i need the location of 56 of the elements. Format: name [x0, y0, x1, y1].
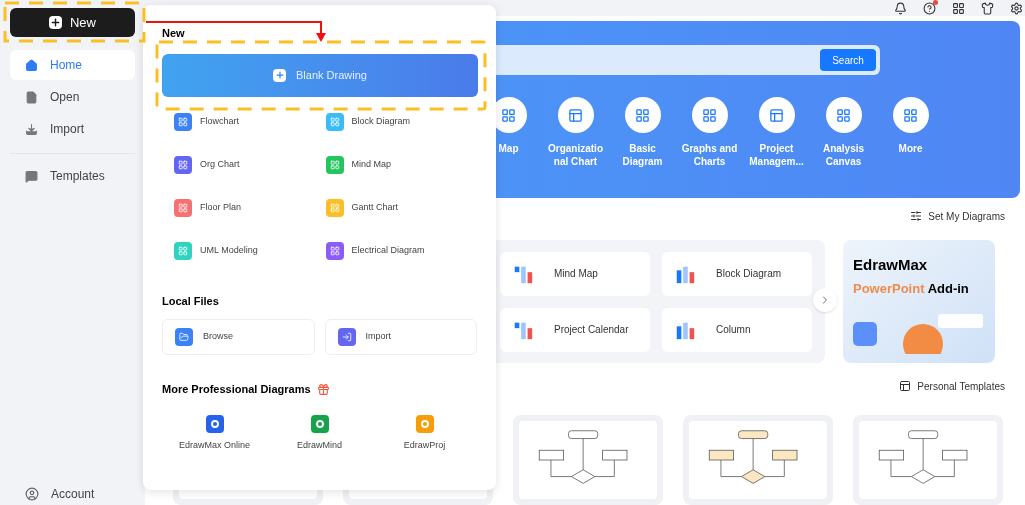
- account-button[interactable]: Account: [10, 485, 135, 503]
- category-icon: [624, 97, 661, 133]
- set-my-diagrams-button[interactable]: Set My Diagrams: [910, 208, 1005, 224]
- apps-icon[interactable]: [952, 1, 965, 15]
- settings-list-icon: [910, 210, 923, 222]
- promo-subtitle: PowerPoint Add-in: [853, 279, 970, 298]
- gift-icon: [316, 382, 330, 396]
- sidebar-item[interactable]: Home: [10, 50, 135, 80]
- diagram-type-card[interactable]: Mind Map: [500, 251, 650, 296]
- personal-templates-button[interactable]: Personal Templates: [899, 378, 1005, 394]
- template-thumbnail[interactable]: [513, 415, 663, 505]
- promo-title: EdrawMax: [853, 255, 929, 275]
- template-icon: [899, 380, 912, 392]
- category-icon: [758, 97, 795, 133]
- category-icon: [557, 97, 594, 133]
- search-button[interactable]: Search: [820, 49, 876, 71]
- diagram-type-item[interactable]: Flowchart: [174, 111, 326, 132]
- diagram-type-item[interactable]: Org Chart: [174, 154, 326, 175]
- shirt-icon[interactable]: [981, 1, 994, 15]
- diagram-type-item[interactable]: Floor Plan: [174, 197, 326, 218]
- settings-icon[interactable]: [1010, 1, 1023, 15]
- plus-icon: [49, 16, 62, 29]
- app-link[interactable]: EdrawMax Online: [162, 414, 267, 452]
- category-icon: [691, 97, 728, 133]
- diagram-type-card[interactable]: Column: [662, 307, 812, 352]
- template-thumbnail[interactable]: [683, 415, 833, 505]
- sidebar-icon: [25, 58, 38, 72]
- local-file-button[interactable]: Browse: [162, 319, 315, 355]
- sidebar-icon: [25, 122, 38, 136]
- sidebar-item[interactable]: Templates: [10, 161, 135, 191]
- diagram-type-item[interactable]: Block Diagram: [325, 111, 477, 132]
- app-link[interactable]: EdrawProj: [372, 414, 477, 452]
- section-heading: New: [162, 26, 185, 41]
- bell-icon[interactable]: [894, 1, 907, 15]
- user-icon: [25, 487, 39, 501]
- sidebar-icon: [25, 90, 38, 104]
- diagram-type-card[interactable]: Block Diagram: [662, 251, 812, 296]
- diagram-type-item[interactable]: Electrical Diagram: [325, 240, 477, 261]
- sidebar-item[interactable]: Open: [10, 82, 135, 112]
- category-icon: [892, 97, 929, 133]
- diagram-type-card[interactable]: Project Calendar: [500, 307, 650, 352]
- sidebar-icon: [25, 169, 38, 183]
- plus-icon: [273, 68, 287, 82]
- section-heading: Local Files: [162, 293, 220, 309]
- diagram-type-item[interactable]: Gantt Chart: [325, 197, 477, 218]
- template-thumbnail[interactable]: [853, 415, 1003, 505]
- category-icon: [825, 97, 862, 133]
- app-link[interactable]: EdrawMind: [267, 414, 372, 452]
- promo-banner[interactable]: EdrawMax PowerPoint Add-in: [843, 240, 995, 363]
- new-button[interactable]: New: [10, 8, 135, 37]
- diagram-type-item[interactable]: Mind Map: [325, 154, 477, 175]
- local-file-button[interactable]: Import: [324, 319, 477, 355]
- help-icon[interactable]: [923, 1, 936, 15]
- diagram-type-item[interactable]: UML Modeling: [174, 240, 326, 261]
- section-heading: More Professional Diagrams: [162, 382, 311, 397]
- sidebar-item[interactable]: Import: [10, 114, 135, 144]
